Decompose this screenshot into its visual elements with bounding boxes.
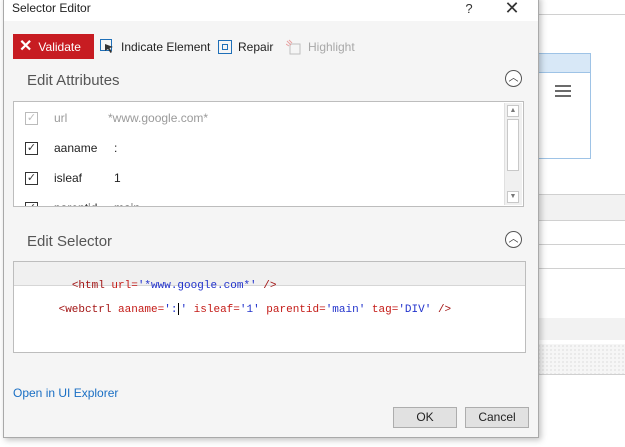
attribute-value[interactable]: main	[114, 201, 140, 206]
attribute-name: isleaf	[54, 171, 83, 185]
code-attr: tag=	[365, 303, 399, 316]
bg-divider	[537, 220, 625, 221]
attribute-value[interactable]: :	[114, 141, 117, 155]
bg-row-shade	[537, 318, 625, 340]
selector-editor-text[interactable]: <html url='*www.google.com*' /> <webctrl…	[13, 261, 526, 353]
bg-dotted-area	[537, 344, 625, 374]
attribute-row-parentid: ✓ parentid main	[14, 197, 504, 206]
repair-label: Repair	[238, 39, 274, 54]
attribute-row-isleaf: ✓ isleaf 1	[14, 167, 504, 189]
dialog-title: Selector Editor	[12, 1, 91, 15]
dialog-titlebar: Selector Editor ? ✕	[4, 0, 538, 21]
code-value: 'DIV'	[398, 303, 432, 316]
open-in-ui-explorer-link[interactable]: Open in UI Explorer	[13, 386, 118, 400]
code-value: 'main'	[325, 303, 366, 316]
toolbar: ✕ Validate Indicate Element Repair Highl…	[13, 34, 528, 60]
attribute-checkbox[interactable]: ✓	[25, 201, 38, 206]
close-button[interactable]: ✕	[499, 0, 525, 19]
cursor-select-icon	[100, 39, 113, 53]
bg-divider	[537, 14, 625, 15]
attribute-name: parentid	[54, 201, 97, 206]
code-attr: isleaf=	[187, 303, 240, 316]
indicate-element-label: Indicate Element	[121, 39, 211, 54]
scroll-thumb[interactable]	[507, 119, 519, 171]
code-value: '1'	[239, 303, 260, 316]
ok-button[interactable]: OK	[393, 407, 457, 428]
attribute-checkbox[interactable]: ✓	[25, 111, 38, 125]
repair-icon	[218, 39, 232, 54]
attribute-value[interactable]: *www.google.com*	[108, 111, 208, 125]
indicate-element-button[interactable]: Indicate Element	[100, 34, 210, 59]
bg-divider	[537, 244, 625, 245]
code-attr: parentid=	[259, 303, 326, 316]
edit-attributes-header: Edit Attributes ︿	[13, 66, 528, 94]
collapse-chevron-icon[interactable]: ︿	[505, 231, 522, 248]
bg-panel-card	[537, 53, 591, 159]
validate-label: Validate	[38, 39, 81, 54]
code-value: ':	[164, 303, 178, 316]
bg-divider	[537, 374, 625, 375]
highlight-icon	[286, 39, 301, 54]
attributes-list: ✓ url *www.google.com* ✓ aaname : ✓ isle…	[13, 101, 524, 207]
edit-attributes-title: Edit Attributes	[27, 72, 120, 89]
selector-line-webctrl: <webctrl aaname=': ' isleaf='1' parentid=…	[19, 291, 451, 328]
repair-button[interactable]: Repair	[218, 34, 273, 59]
close-x-icon: ✕	[19, 37, 33, 55]
attributes-scrollbar[interactable]: ▲ ▼	[504, 103, 522, 205]
attribute-row-aaname: ✓ aaname :	[14, 137, 504, 159]
attribute-name: url	[54, 111, 68, 125]
highlight-button[interactable]: Highlight	[286, 34, 355, 59]
edit-selector-title: Edit Selector	[27, 233, 113, 250]
edit-selector-header: Edit Selector ︿	[13, 227, 528, 255]
attribute-checkbox[interactable]: ✓	[25, 141, 38, 155]
highlight-label: Highlight	[308, 39, 355, 54]
attribute-value[interactable]: 1	[114, 171, 121, 185]
hamburger-menu-icon[interactable]	[553, 82, 573, 100]
cancel-button[interactable]: Cancel	[465, 407, 529, 428]
scroll-down-icon[interactable]: ▼	[507, 191, 519, 203]
bg-divider	[537, 268, 625, 269]
code-tag: <webctrl	[58, 303, 119, 316]
bg-divider	[537, 194, 625, 195]
code-tag: />	[431, 303, 452, 316]
bg-row-shade	[537, 194, 625, 220]
attribute-name: aaname	[54, 141, 98, 155]
scroll-up-icon[interactable]: ▲	[507, 105, 519, 117]
help-button[interactable]: ?	[459, 0, 479, 19]
collapse-chevron-icon[interactable]: ︿	[505, 70, 522, 87]
attribute-row-url: ✓ url *www.google.com*	[14, 107, 504, 129]
selector-editor-dialog: Selector Editor ? ✕ ✕ Validate Indicate …	[3, 0, 539, 438]
attribute-checkbox[interactable]: ✓	[25, 171, 38, 185]
validate-button[interactable]: ✕ Validate	[13, 34, 94, 59]
selector-line-html: <html url='*www.google.com*' />	[14, 262, 525, 292]
code-attr: aaname=	[118, 303, 165, 316]
